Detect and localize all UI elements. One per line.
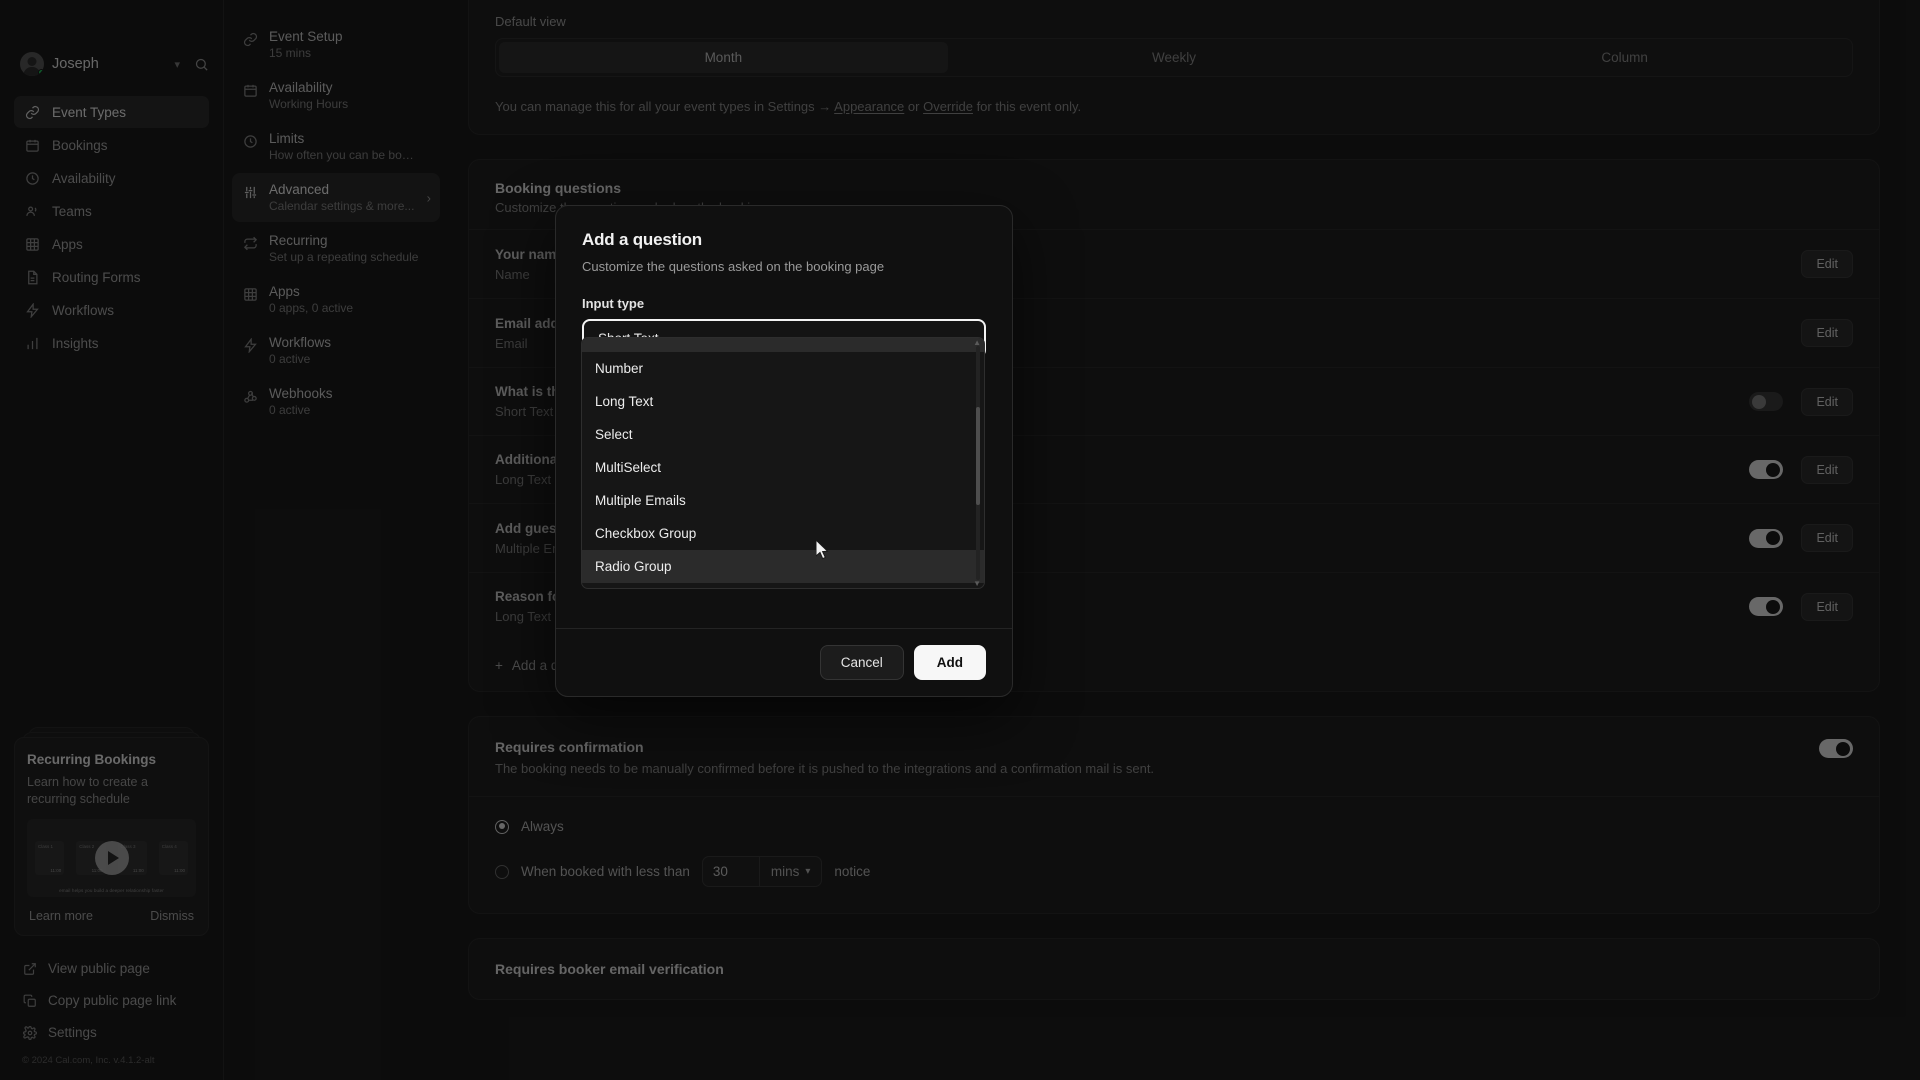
cancel-button[interactable]: Cancel [819,645,904,680]
input-type-dropdown: Number Long Text Select MultiSelect Mult… [581,337,985,589]
scrollbar-thumb[interactable] [976,406,980,506]
mouse-cursor [816,540,830,560]
add-button[interactable]: Add [913,645,986,680]
input-type-label: Input type [582,296,645,311]
modal-title: Add a question [582,230,702,249]
dropdown-item-multiselect[interactable]: MultiSelect [582,451,984,484]
modal-subtitle: Customize the questions asked on the boo… [582,259,885,274]
dropdown-item-long-text[interactable]: Long Text [582,385,984,418]
dropdown-item-checkbox[interactable]: Checkbox [582,583,984,588]
dropdown-item-checkbox-group[interactable]: Checkbox Group [582,517,984,550]
scroll-down-arrow-icon[interactable]: ▼ [973,579,981,588]
modal-footer: Cancel Add [556,628,1012,696]
dropdown-scrollbar[interactable] [976,346,980,580]
dropdown-scroll-area: Number Long Text Select MultiSelect Mult… [582,338,984,588]
dropdown-item-select[interactable]: Select [582,418,984,451]
dropdown-item-multiple-emails[interactable]: Multiple Emails [582,484,984,517]
dropdown-item-radio-group[interactable]: Radio Group [582,550,984,583]
dropdown-item-number[interactable]: Number [582,352,984,385]
dropdown-item-partial[interactable] [582,338,984,352]
app-root: Joseph ▾ Event Types Bookings Availabili… [0,0,1920,1080]
scroll-up-arrow-icon[interactable]: ▲ [973,338,981,347]
